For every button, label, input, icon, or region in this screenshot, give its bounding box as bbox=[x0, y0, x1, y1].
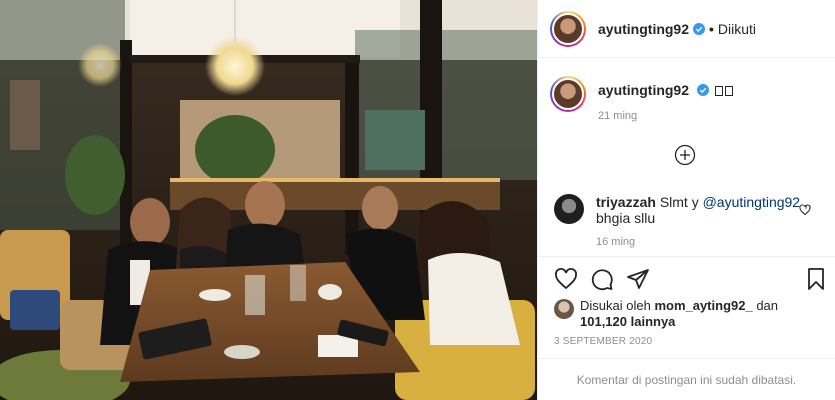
likes-count[interactable]: 101,120 bbox=[580, 314, 627, 329]
caption-emoji-icon bbox=[714, 86, 723, 96]
following-button[interactable]: Diikuti bbox=[718, 21, 756, 37]
restaurant-group-photo bbox=[0, 0, 537, 400]
likes-summary: Disukai oleh mom_ayting92_ dan 101,120 l… bbox=[554, 298, 827, 330]
share-paper-plane-icon[interactable] bbox=[626, 267, 650, 291]
like-heart-icon[interactable] bbox=[554, 267, 578, 291]
likes-mid: dan bbox=[752, 298, 779, 313]
save-bookmark-icon[interactable] bbox=[804, 267, 828, 291]
comment-timestamp[interactable]: 16 ming bbox=[596, 234, 816, 250]
profile-avatar[interactable] bbox=[550, 10, 586, 47]
post-header: ayutingting92 • Diikuti bbox=[538, 0, 835, 58]
comment-text: Slmt y bbox=[659, 194, 703, 210]
verified-badge-icon bbox=[693, 22, 706, 35]
comment-avatar[interactable] bbox=[554, 194, 584, 224]
comment-like-heart-icon[interactable] bbox=[799, 204, 811, 216]
header-username[interactable]: ayutingting92 bbox=[598, 21, 689, 37]
post-caption: ayutingting92 21 ming bbox=[550, 76, 823, 122]
caption-avatar[interactable] bbox=[550, 76, 586, 112]
comment-item: triyazzah Slmt y @ayutingting92 ,, bhgia… bbox=[554, 194, 823, 250]
action-bar bbox=[538, 256, 835, 300]
instagram-post: ayutingting92 • Diikuti ayutingting92 21… bbox=[0, 0, 835, 400]
comment-bubble-icon[interactable] bbox=[590, 267, 614, 291]
caption-username[interactable]: ayutingting92 bbox=[598, 82, 689, 98]
caption-emoji-icon bbox=[724, 86, 733, 96]
comments-restricted-notice: Komentar di postingan ini sudah dibatasi… bbox=[538, 358, 835, 400]
caption-timestamp[interactable]: 21 ming bbox=[598, 110, 733, 122]
header-separator: • bbox=[709, 20, 714, 37]
liker-username[interactable]: mom_ayting92_ bbox=[654, 298, 752, 313]
post-side-panel: ayutingting92 • Diikuti ayutingting92 21… bbox=[537, 0, 835, 400]
verified-badge-icon bbox=[696, 84, 709, 96]
post-photo[interactable] bbox=[0, 0, 537, 400]
likes-suffix[interactable]: lainnya bbox=[627, 314, 676, 329]
header-text: ayutingting92 • Diikuti bbox=[598, 21, 756, 37]
likes-text: Disukai oleh mom_ayting92_ dan 101,120 l… bbox=[580, 298, 778, 330]
load-more-comments-icon[interactable] bbox=[674, 144, 696, 166]
comment-username[interactable]: triyazzah bbox=[596, 194, 656, 210]
likes-prefix: Disukai oleh bbox=[580, 298, 655, 313]
caption-meta: ayutingting92 21 ming bbox=[598, 76, 733, 122]
comment-body: triyazzah Slmt y @ayutingting92 ,, bhgia… bbox=[596, 194, 816, 250]
post-date[interactable]: 3 SEPTEMBER 2020 bbox=[554, 336, 652, 347]
liker-avatar[interactable] bbox=[554, 299, 574, 319]
comment-mention-link[interactable]: @ayutingting92 bbox=[703, 194, 801, 210]
